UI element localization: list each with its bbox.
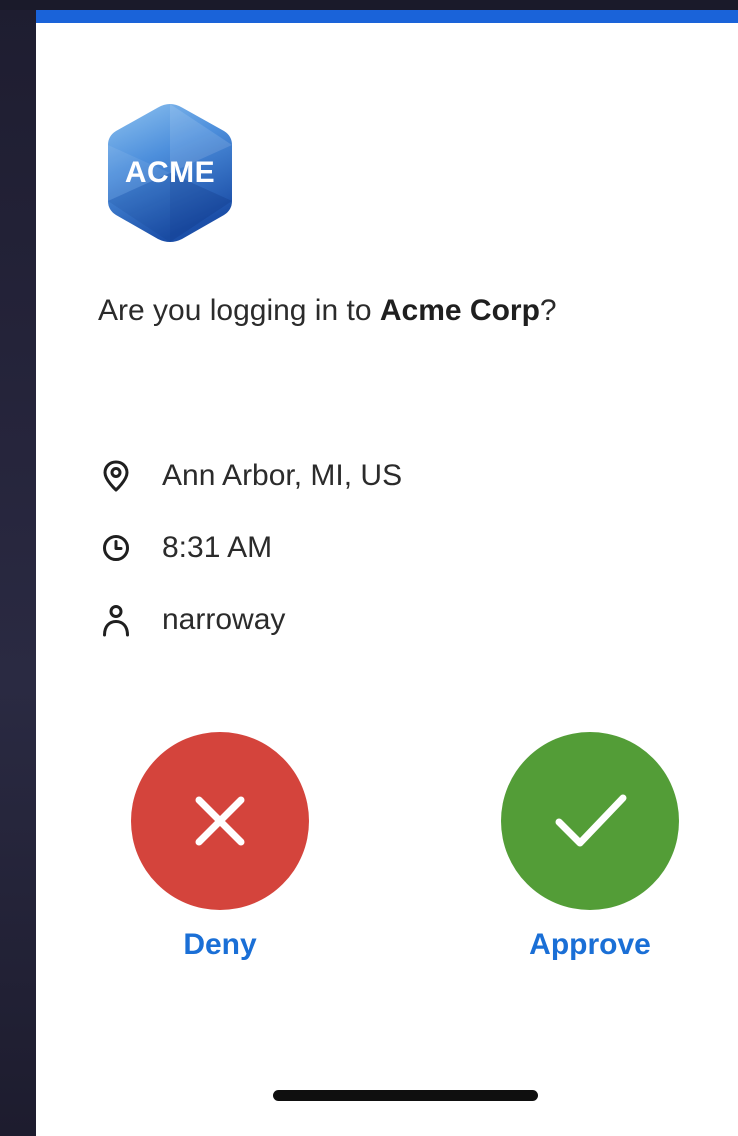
location-detail: Ann Arbor, MI, US xyxy=(98,456,402,496)
approve-button[interactable] xyxy=(501,732,679,910)
deny-action[interactable]: Deny xyxy=(110,732,330,962)
time-text: 8:31 AM xyxy=(162,531,273,564)
login-question: Are you logging in to Acme Corp? xyxy=(98,294,557,328)
logo-text: ACME xyxy=(124,156,216,189)
location-text: Ann Arbor, MI, US xyxy=(162,459,403,492)
deny-button[interactable] xyxy=(131,732,309,910)
auth-request-sheet: ACME Are you logging in to Acme Corp? An… xyxy=(36,10,738,1136)
approve-label[interactable]: Approve xyxy=(480,928,700,962)
question-suffix: ? xyxy=(539,294,557,327)
acme-logo: ACME xyxy=(104,100,236,246)
clock-icon xyxy=(98,530,134,566)
home-indicator[interactable] xyxy=(273,1090,538,1101)
approve-action[interactable]: Approve xyxy=(480,732,700,962)
question-prefix: Are you logging in to xyxy=(98,294,380,327)
user-icon xyxy=(98,602,134,638)
username-text: narroway xyxy=(162,603,286,636)
background-top xyxy=(0,0,738,10)
accent-bar xyxy=(36,10,738,23)
location-pin-icon xyxy=(98,458,134,494)
checkmark-icon xyxy=(555,794,627,847)
organization-name: Acme Corp xyxy=(379,294,540,327)
background-left xyxy=(0,0,36,1136)
close-x-icon xyxy=(195,796,245,846)
time-detail: 8:31 AM xyxy=(98,528,272,568)
user-detail: narroway xyxy=(98,600,285,640)
deny-label[interactable]: Deny xyxy=(110,928,330,962)
